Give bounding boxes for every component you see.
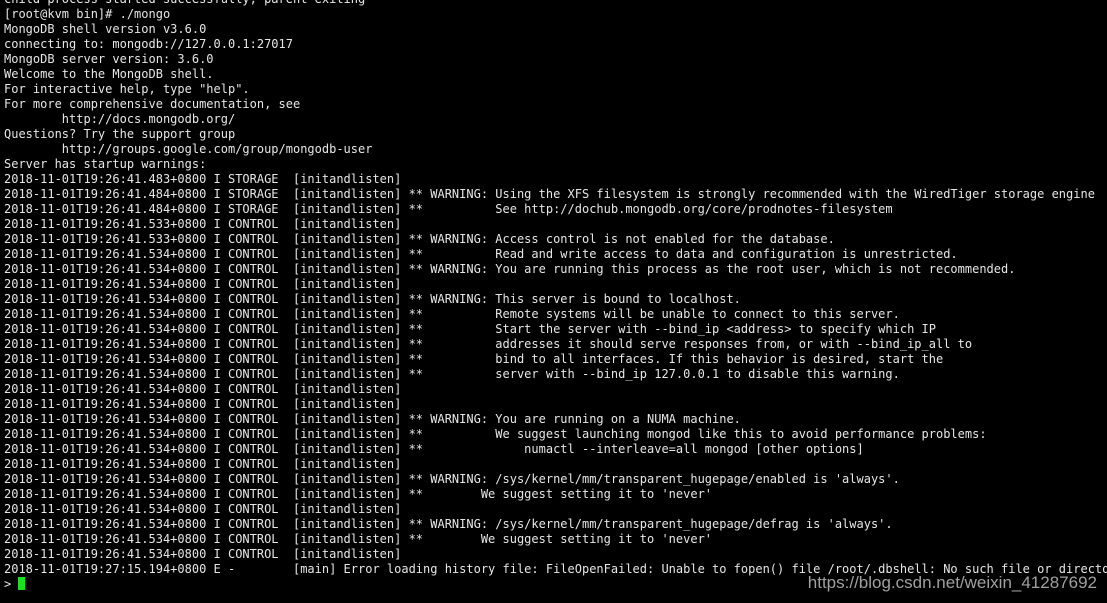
terminal-line: 2018-11-01T19:26:41.534+0800 I CONTROL [… xyxy=(4,247,958,261)
terminal-line: 2018-11-01T19:26:41.484+0800 I STORAGE [… xyxy=(4,202,893,216)
terminal-line: 2018-11-01T19:26:41.534+0800 I CONTROL [… xyxy=(4,352,944,366)
terminal-line: 2018-11-01T19:26:41.483+0800 I STORAGE [… xyxy=(4,172,402,186)
terminal-line: http://groups.google.com/group/mongodb-u… xyxy=(4,142,373,156)
terminal-line: 2018-11-01T19:26:41.534+0800 I CONTROL [… xyxy=(4,277,402,291)
terminal-line: 2018-11-01T19:26:41.534+0800 I CONTROL [… xyxy=(4,517,893,531)
terminal-line: 2018-11-01T19:26:41.534+0800 I CONTROL [… xyxy=(4,532,713,546)
terminal-line: 2018-11-01T19:26:41.534+0800 I CONTROL [… xyxy=(4,292,741,306)
terminal-line: [root@kvm bin]# ./mongo xyxy=(4,7,171,21)
text-cursor xyxy=(18,577,26,590)
terminal-line: 2018-11-01T19:26:41.534+0800 I CONTROL [… xyxy=(4,442,864,456)
terminal-line: 2018-11-01T19:26:41.533+0800 I CONTROL [… xyxy=(4,217,402,231)
terminal-line: 2018-11-01T19:26:41.534+0800 I CONTROL [… xyxy=(4,382,402,396)
terminal-output[interactable]: child process started successfully, pare… xyxy=(4,0,1107,592)
terminal-line: 2018-11-01T19:26:41.534+0800 I CONTROL [… xyxy=(4,412,741,426)
terminal-line: For interactive help, type "help". xyxy=(4,82,250,96)
terminal-line: Welcome to the MongoDB shell. xyxy=(4,67,214,81)
terminal-line: Questions? Try the support group xyxy=(4,127,236,141)
terminal-line: 2018-11-01T19:26:41.533+0800 I CONTROL [… xyxy=(4,232,835,246)
shell-prompt: > xyxy=(4,577,12,591)
terminal-line: For more comprehensive documentation, se… xyxy=(4,97,301,111)
terminal-line: 2018-11-01T19:26:41.534+0800 I CONTROL [… xyxy=(4,502,402,516)
terminal-line: 2018-11-01T19:26:41.534+0800 I CONTROL [… xyxy=(4,427,987,441)
terminal-line: MongoDB server version: 3.6.0 xyxy=(4,52,214,66)
terminal-line: 2018-11-01T19:26:41.484+0800 I STORAGE [… xyxy=(4,187,1095,201)
terminal-line: 2018-11-01T19:26:41.534+0800 I CONTROL [… xyxy=(4,472,900,486)
terminal-line: 2018-11-01T19:26:41.534+0800 I CONTROL [… xyxy=(4,262,1016,276)
terminal-line: 2018-11-01T19:26:41.534+0800 I CONTROL [… xyxy=(4,307,900,321)
terminal-line: connecting to: mongodb://127.0.0.1:27017 xyxy=(4,37,293,51)
terminal-line: 2018-11-01T19:26:41.534+0800 I CONTROL [… xyxy=(4,367,900,381)
watermark: https://blog.csdn.net/weixin_41287692 xyxy=(807,573,1097,592)
terminal-line: 2018-11-01T19:26:41.534+0800 I CONTROL [… xyxy=(4,487,713,501)
terminal-line: 2018-11-01T19:26:41.534+0800 I CONTROL [… xyxy=(4,397,402,411)
terminal-line: 2018-11-01T19:26:41.534+0800 I CONTROL [… xyxy=(4,547,402,561)
terminal-line: http://docs.mongodb.org/ xyxy=(4,112,236,126)
terminal-line: 2018-11-01T19:26:41.534+0800 I CONTROL [… xyxy=(4,457,402,471)
terminal-line: child process started successfully, pare… xyxy=(4,0,1107,7)
terminal-line: Server has startup warnings: xyxy=(4,157,207,171)
terminal-line: MongoDB shell version v3.6.0 xyxy=(4,22,207,36)
terminal-line: 2018-11-01T19:26:41.534+0800 I CONTROL [… xyxy=(4,322,936,336)
terminal-line: 2018-11-01T19:26:41.534+0800 I CONTROL [… xyxy=(4,337,973,351)
